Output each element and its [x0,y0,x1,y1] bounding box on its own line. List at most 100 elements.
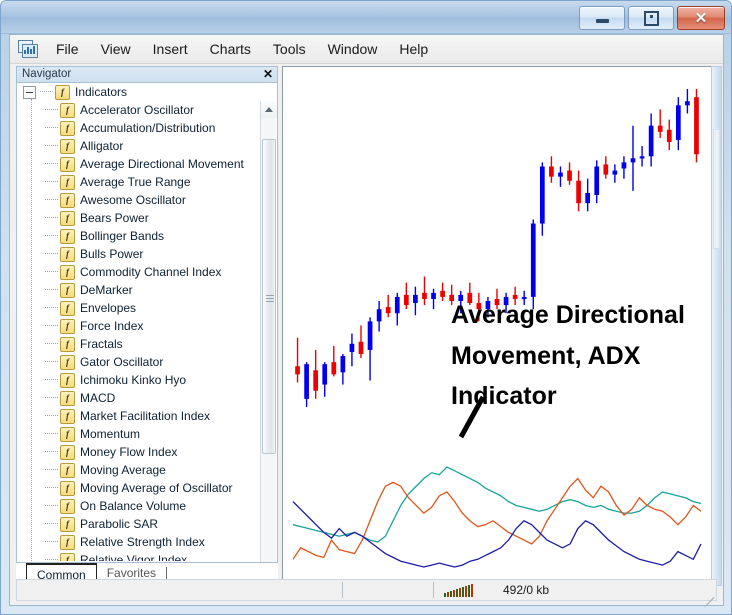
function-icon: f [60,300,75,316]
indicator-list-item[interactable]: f Market Facilitation Index [17,407,261,425]
indicator-list-item[interactable]: f Parabolic SAR [17,515,261,533]
navigator-scrollbar[interactable] [260,101,277,562]
function-icon: f [55,84,70,100]
tree-root-label: Indicators [75,85,128,99]
app-logo-icon [18,40,38,58]
tree-connector [45,127,58,129]
annotation-line-3: Indicator [451,382,557,410]
chart-window[interactable]: Average Directional Movement, ADX Indica… [282,66,718,586]
menu-item-help[interactable]: Help [388,37,439,61]
indicator-list-item[interactable]: f Moving Average [17,461,261,479]
indicator-list-item[interactable]: f Relative Vigor Index [17,551,261,561]
indicator-list-item[interactable]: f Awesome Oscillator [17,191,261,209]
menu-item-window[interactable]: Window [317,37,389,61]
indicator-list-item[interactable]: f Commodity Channel Index [17,263,261,281]
tree-connector [45,289,58,291]
function-icon: f [60,480,75,496]
indicator-list-item[interactable]: f Fractals [17,335,261,353]
function-icon: f [60,102,75,118]
indicator-label: Market Facilitation Index [80,409,211,423]
indicator-list-item[interactable]: f Envelopes [17,299,261,317]
tree-connector [45,523,58,525]
indicator-list-item[interactable]: f Accelerator Oscillator [17,101,261,119]
indicator-label: MACD [80,391,116,405]
function-icon: f [60,534,75,550]
indicator-list-item[interactable]: f Ichimoku Kinko Hyo [17,371,261,389]
function-icon: f [60,408,75,424]
menu-item-charts[interactable]: Charts [199,37,262,61]
tree-connector [45,487,58,489]
annotation-line-2: Movement, ADX [451,341,641,370]
indicator-list-item[interactable]: f Relative Strength Index [17,533,261,551]
navigator-header: Navigator ✕ [16,66,278,83]
annotation-line-1: Average Directional [451,301,685,329]
status-network-cell: 492/0 kb [434,580,549,600]
indicator-list-item[interactable]: f On Balance Volume [17,497,261,515]
function-icon: f [60,120,75,136]
maximize-icon [643,10,659,26]
indicator-list-item[interactable]: f Gator Oscillator [17,353,261,371]
navigator-close-icon[interactable]: ✕ [263,67,273,82]
minimize-icon [595,19,609,23]
indicator-list-item[interactable]: f Average Directional Movement [17,155,261,173]
resize-grip-icon[interactable] [700,584,715,608]
window-minimize-button[interactable] [579,6,625,30]
window-close-button[interactable]: ✕ [677,6,725,30]
tree-connector [45,253,58,255]
function-icon: f [60,318,75,334]
tree-connector [45,217,58,219]
function-icon: f [60,552,75,561]
navigator-panel: Navigator ✕ f Indicators f Accelerator Osci… [16,66,278,587]
collapse-icon[interactable] [23,85,36,99]
function-icon: f [60,282,75,298]
indicator-list-item[interactable]: f Moving Average of Oscillator [17,479,261,497]
indicator-list-item[interactable]: f MACD [17,389,261,407]
tree-connector [45,379,58,381]
menu-item-view[interactable]: View [90,37,142,61]
indicator-list-item[interactable]: f Bollinger Bands [17,227,261,245]
menu-item-tools[interactable]: Tools [262,37,317,61]
chart-scrollbar-thumb[interactable] [713,129,720,249]
scroll-up-button[interactable] [261,101,277,118]
title-bar: ✕ [1,1,731,34]
indicator-tree: f Indicators f Accelerator Oscillator f Accum… [17,83,261,561]
chart-vertical-scrollbar[interactable] [711,66,722,586]
tree-connector [45,235,58,237]
function-icon: f [60,516,75,532]
tree-connector [45,433,58,435]
indicator-list-item[interactable]: f Force Index [17,317,261,335]
tree-root-indicators[interactable]: f Indicators [17,83,261,101]
scrollbar-grip-icon [266,293,274,304]
indicator-label: Fractals [80,337,123,351]
tree-connector [45,181,58,183]
navigator-title: Navigator [22,68,72,80]
indicator-list-item[interactable]: f Bulls Power [17,245,261,263]
indicator-label: On Balance Volume [80,499,187,513]
indicator-label: Money Flow Index [80,445,178,459]
indicator-list-item[interactable]: f DeMarker [17,281,261,299]
tree-connector [45,361,58,363]
tree-connector [45,325,58,327]
indicator-label: Force Index [80,319,144,333]
client-area: File View Insert Charts Tools Window Hel… [9,34,724,608]
menu-item-insert[interactable]: Insert [142,37,199,61]
scrollbar-thumb[interactable] [262,139,276,454]
window-maximize-button[interactable] [628,6,674,30]
tree-connector [45,451,58,453]
status-bar: 492/0 kb [16,579,717,608]
traffic-label: 492/0 kb [503,583,550,597]
indicator-label: Relative Vigor Index [80,553,188,561]
tree-connector [45,559,58,561]
indicator-label: Moving Average [80,463,166,477]
menu-item-file[interactable]: File [45,37,90,61]
function-icon: f [60,264,75,280]
indicator-list-item[interactable]: f Alligator [17,137,261,155]
indicator-list-item[interactable]: f Bears Power [17,209,261,227]
indicator-list-item[interactable]: f Money Flow Index [17,443,261,461]
tree-connector [45,199,58,201]
indicator-list-item[interactable]: f Accumulation/Distribution [17,119,261,137]
indicator-list-item[interactable]: f Momentum [17,425,261,443]
indicator-list-item[interactable]: f Average True Range [17,173,261,191]
indicator-label: Alligator [80,139,124,153]
indicator-label: Awesome Oscillator [80,193,186,207]
